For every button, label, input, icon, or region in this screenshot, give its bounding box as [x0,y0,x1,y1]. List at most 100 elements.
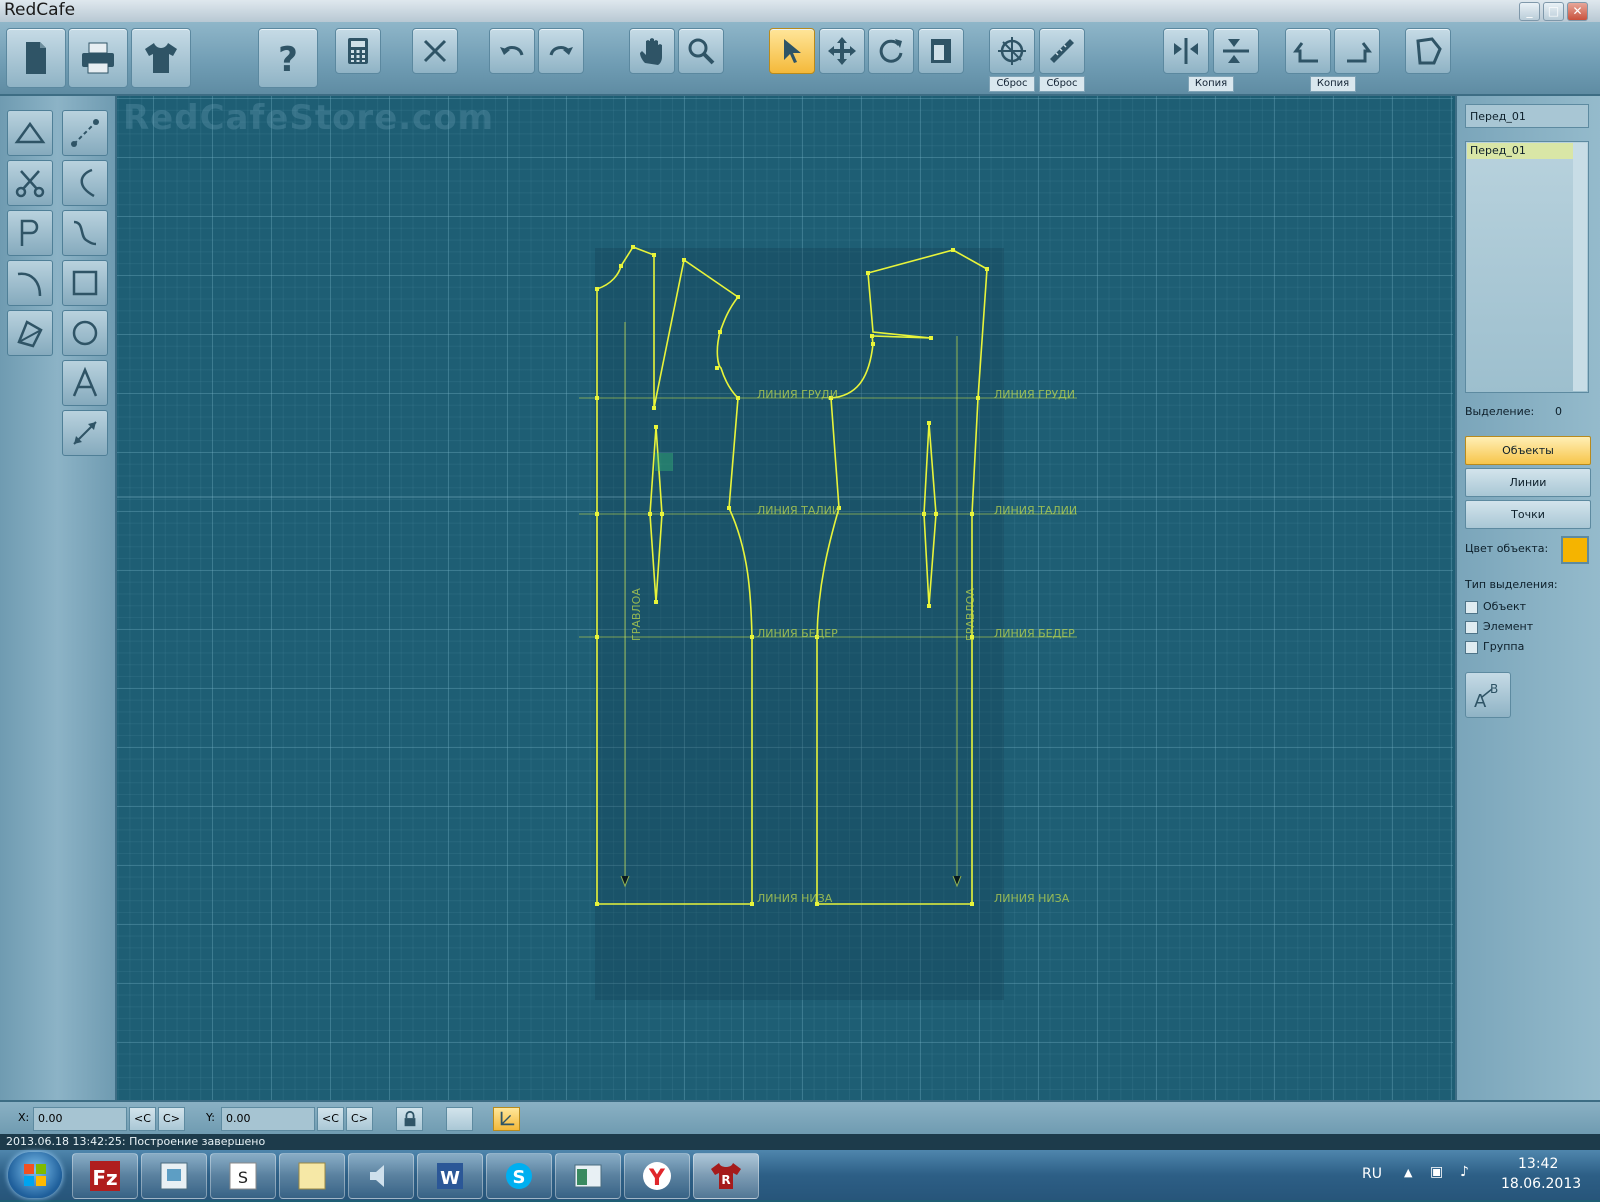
piece-name-field[interactable]: Перед_01 [1465,104,1589,128]
properties-panel: Перед_01 Перед_01 Выделение: 0 Объекты Л… [1455,96,1600,1100]
y-next-button[interactable]: C> [346,1107,373,1131]
shirt-icon [145,43,177,73]
arc-tool[interactable] [7,260,53,306]
element-checkbox[interactable] [1465,621,1478,634]
text-style-button[interactable]: AB [1465,672,1511,718]
reset-ruler-label: Сброс [1039,76,1085,92]
language-indicator[interactable]: RU [1362,1166,1382,1182]
x-prev-button[interactable]: <C [129,1107,156,1131]
taskbar-skype[interactable]: S [486,1153,552,1199]
minimize-button[interactable]: _ [1519,2,1540,21]
shirt-button[interactable] [131,28,191,88]
snap-button[interactable] [493,1107,520,1131]
network-icon[interactable]: ▣ [1430,1164,1443,1180]
x-input[interactable]: 0.00 [33,1107,127,1131]
polygon-icon [1416,37,1442,65]
taskbar-notes[interactable] [279,1153,345,1199]
curve-tool[interactable] [62,210,108,256]
rotate-button[interactable] [868,28,914,74]
delete-button[interactable] [412,28,458,74]
start-button[interactable] [8,1152,62,1198]
piece-list[interactable]: Перед_01 [1465,141,1589,393]
blank-toggle-button[interactable] [446,1107,473,1131]
volume-icon[interactable]: ♪ [1460,1164,1469,1180]
dart-tool[interactable] [7,310,53,356]
undo-icon [500,46,524,56]
taskbar-app-s[interactable]: S [210,1153,276,1199]
calculator-button[interactable] [335,28,381,74]
maximize-button[interactable]: □ [1543,2,1564,21]
cut-tool[interactable] [7,160,53,206]
printer-icon [82,42,114,74]
close-button[interactable]: ✕ [1567,2,1588,21]
title-bar: RedCafe _ □ ✕ [0,0,1600,23]
taskbar-window[interactable] [555,1153,621,1199]
taskbar-explorer[interactable] [141,1153,207,1199]
line-tool[interactable] [62,110,108,156]
x-next-button[interactable]: C> [158,1107,185,1131]
print-button[interactable] [68,28,128,88]
mirror-vertical-icon [1174,38,1198,64]
svg-text:?: ? [278,40,298,78]
speaker-icon [370,1165,384,1187]
scale-icon [931,39,951,63]
p-tool[interactable] [7,210,53,256]
measure-icon [73,421,97,445]
redo-icon [549,46,573,56]
mirror-horizontal-button[interactable] [1213,28,1259,74]
points-button[interactable]: Точки [1465,500,1591,529]
object-color-swatch[interactable] [1561,536,1589,564]
redcafe-shirt-icon: R [711,1163,741,1189]
move-button[interactable] [819,28,865,74]
pan-button[interactable] [629,28,675,74]
objects-button[interactable]: Объекты [1465,436,1591,465]
reset-compass-button[interactable] [989,28,1035,74]
rotate-left-copy-button[interactable] [1285,28,1331,74]
lock-button[interactable] [396,1107,423,1131]
taskbar-word[interactable]: W [417,1153,483,1199]
group-checkbox[interactable] [1465,641,1478,654]
svg-text:R: R [721,1173,730,1187]
mirror-vertical-button[interactable] [1163,28,1209,74]
drawing-canvas[interactable]: RedCafeStore.com ЛИНИЯ ГРУДИ ЛИНИЯ ГРУДИ… [117,96,1453,1100]
y-input[interactable]: 0.00 [221,1107,315,1131]
scale-button[interactable] [918,28,964,74]
text-tool[interactable] [62,360,108,406]
polygon-button[interactable] [1405,28,1451,74]
measure-tool[interactable] [62,410,108,456]
triangle-tool[interactable] [7,110,53,156]
angle-tool[interactable] [62,160,108,206]
taskbar-redcafe[interactable]: R [693,1153,759,1199]
select-button[interactable] [769,28,815,74]
windows-taskbar: Fz S W S Y R RU ▲ ▣ ♪ 13:42 18.06.2013 [0,1150,1600,1200]
taskbar-yandex[interactable]: Y [624,1153,690,1199]
garment-pattern[interactable]: ЛИНИЯ ГРУДИ ЛИНИЯ ГРУДИ ЛИНИЯ ТАЛИИ ЛИНИ… [117,96,1453,1100]
close-icon: ✕ [1572,4,1583,18]
piece-list-scrollbar[interactable] [1573,143,1587,391]
tray-expand-icon[interactable]: ▲ [1404,1166,1412,1179]
taskbar-speaker[interactable] [348,1153,414,1199]
reset-ruler-button[interactable] [1039,28,1085,74]
selection-label: Выделение: [1465,405,1535,418]
redo-button[interactable] [538,28,584,74]
y-prev-button[interactable]: <C [317,1107,344,1131]
circle-tool[interactable] [62,310,108,356]
piece-list-item[interactable]: Перед_01 [1467,143,1578,159]
clock-time[interactable]: 13:42 [1518,1156,1558,1172]
calculator-icon [348,38,368,64]
zoom-button[interactable] [678,28,724,74]
yandex-icon: Y [643,1162,671,1191]
clock-date[interactable]: 18.06.2013 [1501,1176,1581,1192]
waist-line-label-front: ЛИНИЯ ТАЛИИ [994,504,1077,517]
lines-button[interactable]: Линии [1465,468,1591,497]
new-document-button[interactable] [6,28,66,88]
taskbar-filezilla[interactable]: Fz [72,1153,138,1199]
rectangle-tool[interactable] [62,260,108,306]
app-title: RedCafe [4,0,76,20]
rotate-right-copy-button[interactable] [1334,28,1380,74]
undo-button[interactable] [489,28,535,74]
snap-axes-icon [500,1111,514,1126]
copy-label-2: Копия [1310,76,1356,92]
help-button[interactable]: ? [258,28,318,88]
object-checkbox[interactable] [1465,601,1478,614]
